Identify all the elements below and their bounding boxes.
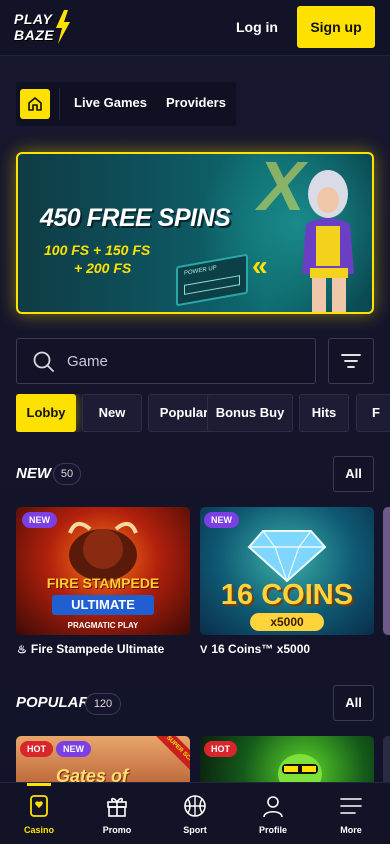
chip-more[interactable]: F — [356, 394, 390, 432]
top-header: PLAY BAZE Log in Sign up — [0, 0, 390, 56]
game-card-fire-stampede[interactable]: FIRE STAMPEDE ULTIMATE PRAGMATIC PLAY NE… — [16, 507, 190, 635]
art-title: FIRE STAMPEDE — [46, 575, 160, 591]
game-card-16-coins[interactable]: 16 COINS x5000 NEW — [200, 507, 374, 635]
pragmatic-icon: ♨ — [17, 644, 27, 656]
game-name-16-coins[interactable]: V 16 Coins™ x5000 — [200, 642, 310, 656]
section-title-new: NEW — [16, 465, 51, 482]
game-search-input[interactable]: Game — [16, 338, 316, 384]
provider-v-icon: V — [200, 644, 208, 656]
lightning-bolt-icon — [56, 10, 70, 44]
nav-divider — [59, 88, 60, 120]
diamond-illustration — [247, 530, 327, 582]
art-provider: PRAGMATIC PLAY — [67, 621, 139, 630]
chevrons-icon: « — [252, 250, 268, 281]
menu-icon — [340, 798, 362, 814]
home-icon — [28, 97, 42, 111]
casino-icon — [30, 795, 48, 817]
buffalo-illustration — [68, 521, 138, 581]
playbaze-logo[interactable]: PLAY BAZE — [10, 9, 72, 45]
nav-live-games[interactable]: Live Games — [74, 95, 147, 110]
bottom-nav-promo[interactable]: Promo — [78, 783, 156, 844]
banner-title: 450 FREE SPINS — [40, 204, 231, 232]
power-up-text: POWER UP — [184, 265, 217, 277]
popular-count-badge: 120 — [85, 693, 121, 715]
banner-line-2: 100 FS + 150 FS — [44, 242, 151, 258]
active-indicator — [27, 783, 51, 786]
game-name-fire-stampede[interactable]: ♨ Fire Stampede Ultimate — [17, 642, 164, 656]
signup-button[interactable]: Sign up — [297, 6, 375, 48]
banner-line-3: + 200 FS — [74, 260, 132, 276]
game-card-partial[interactable] — [383, 507, 390, 635]
section-title-popular: POPULAR — [16, 694, 90, 711]
art-subtitle: ULTIMATE — [52, 595, 154, 615]
character-illustration — [302, 170, 354, 312]
filter-icon — [341, 354, 361, 368]
game-title: 16 Coins™ x5000 — [211, 642, 311, 656]
gift-icon — [107, 797, 127, 817]
bottom-nav-label: More — [340, 825, 362, 835]
profile-icon — [263, 796, 283, 818]
logo-text-play: PLAY — [14, 11, 53, 27]
nav-providers[interactable]: Providers — [166, 95, 226, 110]
badge-new: NEW — [56, 741, 91, 757]
bottom-nav-label: Casino — [23, 825, 54, 835]
badge-hot: HOT — [204, 741, 237, 757]
new-count-badge: 50 — [53, 463, 81, 485]
bottom-nav-label: Promo — [102, 825, 132, 835]
logo-text-baze: BAZE — [14, 27, 55, 43]
chip-lobby[interactable]: Lobby — [16, 394, 76, 432]
chip-bonus-buy[interactable]: Bonus Buy — [207, 394, 293, 432]
login-button[interactable]: Log in — [232, 17, 282, 37]
promo-banner[interactable]: X 450 FREE SPINS 100 FS + 150 FS + 200 F… — [16, 152, 374, 314]
popular-all-button[interactable]: All — [333, 685, 374, 721]
category-chips: Lobby New Popular Bonus Buy Hits F — [16, 394, 390, 432]
page: PLAY BAZE Log in Sign up Live Games Prov… — [0, 0, 390, 844]
bottom-nav-sport[interactable]: Sport — [156, 783, 234, 844]
search-placeholder: Game — [67, 353, 108, 370]
home-button[interactable] — [20, 89, 50, 119]
filter-button[interactable] — [328, 338, 374, 384]
basketball-icon — [184, 795, 206, 817]
bottom-nav-profile[interactable]: Profile — [234, 783, 312, 844]
art-title: 16 COINS — [220, 579, 354, 611]
badge-new: NEW — [204, 512, 239, 528]
bottom-nav-casino[interactable]: Casino — [0, 783, 78, 844]
game-title: Fire Stampede Ultimate — [30, 642, 165, 656]
bottom-nav-more[interactable]: More — [312, 783, 390, 844]
category-nav: Live Games Providers — [16, 82, 236, 126]
super-scatter-ribbon: SUPER SCATTER — [155, 736, 190, 785]
power-up-bar — [184, 275, 240, 295]
bottom-nav: Casino Promo Sport Profile More — [0, 782, 390, 844]
bottom-nav-label: Sport — [183, 825, 207, 835]
bottom-nav-label: Profile — [258, 825, 287, 835]
search-icon — [33, 351, 54, 372]
chip-hits[interactable]: Hits — [299, 394, 349, 432]
art-subtitle: x5000 — [250, 613, 324, 631]
badge-hot: HOT — [20, 741, 53, 757]
chip-new[interactable]: New — [82, 394, 142, 432]
badge-new: NEW — [22, 512, 57, 528]
new-all-button[interactable]: All — [333, 456, 374, 492]
